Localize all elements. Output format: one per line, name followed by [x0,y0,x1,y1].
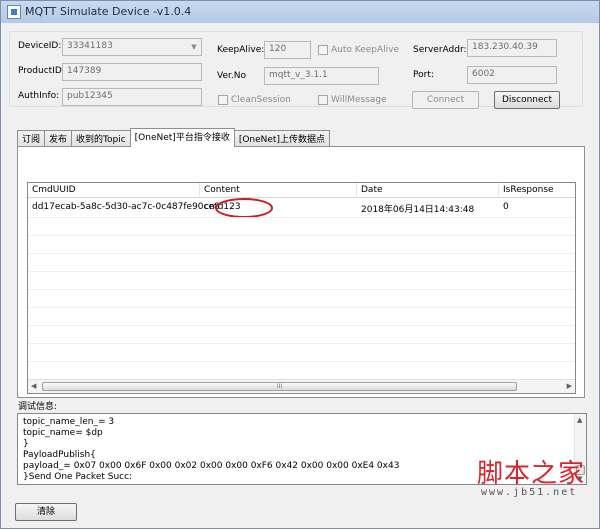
chevron-down-icon[interactable]: ▼ [187,39,201,55]
table-header: CmdUUID Content Date IsResponse [28,183,575,198]
cell-date: 2018年06月14日14:43:48 [361,205,475,215]
auto-keep-alive-label: Auto KeepAlive [331,45,400,55]
clean-session-checkbox[interactable]: CleanSession [218,95,291,105]
tab-publish[interactable]: 发布 [44,130,73,146]
scroll-thumb[interactable]: III [42,382,517,391]
checkbox-box[interactable] [318,95,328,105]
disconnect-button[interactable]: Disconnect [494,91,560,109]
checkbox-box[interactable] [318,45,328,55]
tab-subscribe[interactable]: 订阅 [17,130,46,146]
product-id-label: ProductID: [18,66,65,76]
log-line: PayloadPublish{ [23,450,96,460]
device-id-combo[interactable]: 33341183 ▼ [62,38,202,56]
device-id-label: DeviceID: [18,41,62,51]
checkbox-box[interactable] [218,95,228,105]
log-line: } [23,439,29,449]
horizontal-scrollbar[interactable]: ◀ III ▶ [28,379,575,393]
debug-info-label: 调试信息: [18,402,58,412]
tab-onenet-upload-datapoint[interactable]: [OneNet]上传数据点 [233,130,330,146]
port-label: Port: [413,70,434,80]
server-addr-field[interactable]: 183.230.40.39 [467,39,557,57]
tab-received-topic[interactable]: 收到的Topic [71,130,131,146]
auto-keep-alive-checkbox[interactable]: Auto KeepAlive [318,45,399,55]
log-line: payload_= 0x07 0x00 0x6F 0x00 0x02 0x00 … [23,461,400,471]
keep-alive-field[interactable]: 120 [264,41,311,59]
tab-onenet-command-receive[interactable]: [OneNet]平台指令接收 [129,128,235,147]
column-header-content[interactable]: Content [200,183,357,198]
scroll-right-icon[interactable]: ▶ [567,382,572,390]
column-header-date[interactable]: Date [357,183,499,198]
app-window: MQTT Simulate Device -v1.0.4 DeviceID: 3… [0,0,600,529]
clean-session-label: CleanSession [231,95,291,105]
row-divider [28,271,575,272]
red-annotation-ellipse [215,198,273,218]
watermark: 脚本之家 www.jb51.net [467,453,597,525]
watermark-text: 脚本之家 [477,459,586,489]
column-header-is-response[interactable]: IsResponse [499,183,575,198]
main-panel: DeviceID: 33341183 ▼ ProductID: 147389 A… [7,25,593,523]
log-line: topic_name= $dp [23,428,103,438]
ver-no-label: Ver.No [217,71,246,81]
row-divider [28,253,575,254]
auth-info-field[interactable]: pub12345 [62,88,202,106]
row-divider [28,235,575,236]
app-icon [7,5,21,19]
row-divider [28,343,575,344]
scroll-left-icon[interactable]: ◀ [31,382,36,390]
command-table[interactable]: CmdUUID Content Date IsResponse dd17ecab… [27,182,576,394]
title-bar: MQTT Simulate Device -v1.0.4 [1,1,599,23]
keep-alive-label: KeepAlive: [217,45,265,55]
log-line: }Send One Packet Succ: [23,472,133,482]
cell-is-response: 0 [503,202,509,212]
will-message-label: WillMessage [331,95,387,105]
row-divider [28,325,575,326]
device-id-value: 33341183 [67,41,113,51]
row-divider [28,217,575,218]
connect-button[interactable]: Connect [412,91,479,109]
row-divider [28,361,575,362]
column-header-cmd-uuid[interactable]: CmdUUID [28,183,200,198]
scroll-up-icon[interactable]: ▲ [577,416,582,424]
log-line: topic_name_len_= 3 [23,417,115,427]
auth-info-label: AuthInfo: [18,91,60,101]
will-message-checkbox[interactable]: WillMessage [318,95,387,105]
server-addr-label: ServerAddr: [413,45,467,55]
product-id-field[interactable]: 147389 [62,63,202,81]
tab-strip: 订阅 发布 收到的Topic [OneNet]平台指令接收 [OneNet]上传… [17,128,330,147]
row-divider [28,307,575,308]
command-receive-panel: CmdUUID Content Date IsResponse dd17ecab… [17,146,585,398]
ver-no-field[interactable]: mqtt_v_3.1.1 [264,67,379,85]
watermark-url: www.jb51.net [481,487,578,498]
row-divider [28,289,575,290]
clear-button[interactable]: 清除 [15,503,77,521]
window-title: MQTT Simulate Device -v1.0.4 [25,5,192,18]
port-field[interactable]: 6002 [467,66,557,84]
cell-cmd-uuid: dd17ecab-5a8c-5d30-ac7c-0c487fe90ce8 [32,202,220,212]
